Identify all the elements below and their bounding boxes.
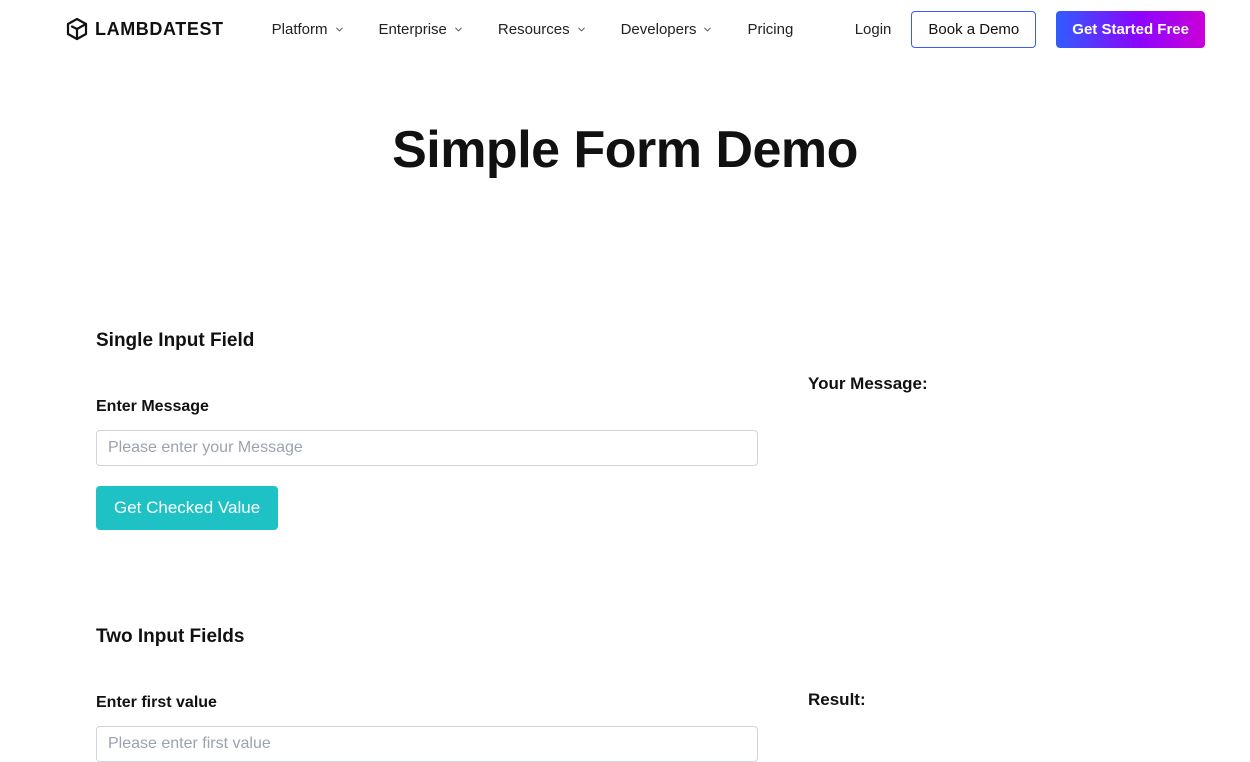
nav-enterprise-label: Enterprise — [379, 21, 447, 38]
right-column: Your Message: Result: — [808, 330, 1190, 762]
chevron-down-icon — [702, 24, 713, 35]
nav-developers[interactable]: Developers — [621, 21, 714, 38]
message-label: Enter Message — [96, 398, 758, 416]
chevron-down-icon — [334, 24, 345, 35]
nav-pricing[interactable]: Pricing — [747, 21, 793, 38]
nav-right: Login Book a Demo Get Started Free — [855, 11, 1205, 48]
chevron-down-icon — [576, 24, 587, 35]
single-input-heading: Single Input Field — [96, 330, 758, 352]
nav-developers-label: Developers — [621, 21, 697, 38]
nav-pricing-label: Pricing — [747, 21, 793, 38]
nav-resources-label: Resources — [498, 21, 570, 38]
nav-platform[interactable]: Platform — [272, 21, 345, 38]
brand-logo[interactable]: LAMBDATEST — [65, 17, 224, 41]
nav-resources[interactable]: Resources — [498, 21, 587, 38]
book-demo-button[interactable]: Book a Demo — [911, 11, 1036, 48]
page-title: Simple Form Demo — [0, 120, 1250, 180]
your-message-heading: Your Message: — [808, 374, 1190, 394]
content: Single Input Field Enter Message Get Che… — [0, 330, 1250, 762]
login-link[interactable]: Login — [855, 21, 892, 38]
single-input-section: Single Input Field Enter Message Get Che… — [96, 330, 758, 530]
nav-enterprise[interactable]: Enterprise — [379, 21, 464, 38]
two-input-section: Two Input Fields Enter first value — [96, 626, 758, 762]
get-checked-value-button[interactable]: Get Checked Value — [96, 486, 278, 530]
brand-text: LAMBDATEST — [95, 19, 224, 40]
first-value-label: Enter first value — [96, 694, 758, 712]
message-input[interactable] — [96, 430, 758, 466]
header: LAMBDATEST Platform Enterprise Resources… — [0, 0, 1250, 58]
first-value-input[interactable] — [96, 726, 758, 762]
chevron-down-icon — [453, 24, 464, 35]
left-column: Single Input Field Enter Message Get Che… — [96, 330, 758, 762]
nav-platform-label: Platform — [272, 21, 328, 38]
result-heading: Result: — [808, 690, 1190, 710]
get-started-button[interactable]: Get Started Free — [1056, 11, 1205, 48]
main-nav: Platform Enterprise Resources Developers… — [272, 21, 794, 38]
brand-logo-icon — [65, 17, 89, 41]
two-input-heading: Two Input Fields — [96, 626, 758, 648]
